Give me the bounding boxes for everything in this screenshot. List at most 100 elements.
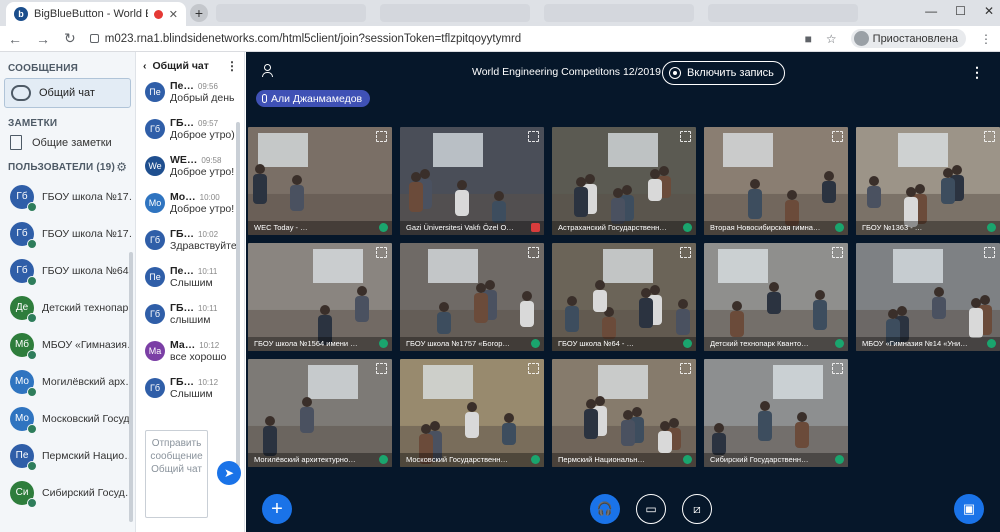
presentation-button[interactable]: ▣ [954, 494, 984, 524]
video-feed [248, 127, 392, 235]
browser-tab-bigbluebutton[interactable]: b BigBlueButton - World Engin ✕ [6, 2, 186, 26]
background-tab[interactable] [708, 4, 858, 22]
profile-button[interactable]: Приостановлена [850, 29, 966, 48]
video-tile[interactable]: ГБОУ школа №1564 имени … [248, 243, 392, 351]
user-list-item[interactable]: Гб ГБОУ школа №17… [0, 178, 135, 215]
video-tile[interactable]: Сибирский Государственн… [704, 359, 848, 467]
video-tile[interactable]: Пермский Национальн… [552, 359, 696, 467]
message-text: Слышим [170, 388, 213, 400]
fullscreen-icon[interactable] [680, 131, 691, 142]
message-body: ГБ… 09:57 Доброе утро) [170, 117, 240, 154]
meeting-main-area: World Engineering Competitons 12/2019 Вк… [246, 52, 1000, 532]
back-icon[interactable]: ← [8, 31, 22, 47]
start-recording-button[interactable]: Включить запись [662, 61, 785, 85]
video-tile[interactable]: ГБОУ №1363 - … [856, 127, 1000, 235]
send-message-button[interactable]: ➤ [217, 461, 241, 485]
fullscreen-icon[interactable] [528, 247, 539, 258]
user-list-item[interactable]: Де Детский технопар… [0, 289, 135, 326]
shared-notes-entry[interactable]: Общие заметки [0, 129, 135, 156]
minimize-icon[interactable]: — [925, 4, 937, 18]
options-menu-icon[interactable]: ⋮ [970, 64, 984, 81]
fullscreen-icon[interactable] [376, 131, 387, 142]
message-sender: Ма… [170, 339, 196, 351]
user-list-item[interactable]: Си Сибирский Госуд… [0, 474, 135, 511]
user-avatar: Гб [10, 221, 37, 249]
close-tab-icon[interactable]: ✕ [169, 8, 178, 21]
url-field[interactable]: m023.rna1.blindsidenetworks.com/html5cli… [89, 33, 791, 45]
user-list-item[interactable]: Мо Московский Госуд… [0, 400, 135, 437]
user-initials: Мо [14, 413, 29, 424]
background-tab[interactable] [380, 4, 530, 22]
video-feed [552, 127, 696, 235]
bigbluebutton-logo-icon: b [14, 7, 28, 21]
video-tile[interactable]: Gazi Üniversitesi Vakfı Özel O… [400, 127, 544, 235]
user-list-item[interactable]: Гб ГБОУ школа №17… [0, 215, 135, 252]
video-tile[interactable]: Вторая Новосибирская гимна… [704, 127, 848, 235]
user-list-item[interactable]: Гб ГБОУ школа №64 [0, 252, 135, 289]
user-initials: Мб [14, 339, 30, 350]
fullscreen-icon[interactable] [984, 247, 995, 258]
video-tile[interactable]: Астраханский Государственн… [552, 127, 696, 235]
user-list-item[interactable]: Мо Могилёвский арх… [0, 363, 135, 400]
headphones-audio-button[interactable]: 🎧 [590, 494, 620, 524]
video-tile[interactable]: WEC Today - … [248, 127, 392, 235]
fullscreen-icon[interactable] [376, 363, 387, 374]
microphone-icon [835, 339, 844, 348]
fullscreen-icon[interactable] [832, 247, 843, 258]
chat-scrollbar[interactable] [236, 122, 240, 467]
address-bar-actions: ■ ☆ Приостановлена ⋮ [805, 29, 992, 48]
user-list-item[interactable]: Пе Пермский Нацио… [0, 437, 135, 474]
video-tile[interactable]: Детский технопарк Кванто… [704, 243, 848, 351]
microphone-icon [683, 223, 692, 232]
user-list-scrollbar[interactable] [129, 252, 133, 522]
maximize-icon[interactable]: ☐ [955, 4, 966, 18]
video-tile[interactable]: Московский Государственн… [400, 359, 544, 467]
message-text: Слышим [170, 277, 213, 289]
hide-chat-chevron-icon[interactable]: ‹ [143, 60, 147, 72]
chat-message: Гб ГБ… 10:11 слышим [137, 302, 244, 339]
message-time: 10:00 [199, 193, 220, 202]
video-tile[interactable]: ГБОУ школа №1757 «Богор… [400, 243, 544, 351]
public-chat-entry[interactable]: Общий чат [4, 78, 131, 108]
background-tab[interactable] [544, 4, 694, 22]
fullscreen-icon[interactable] [528, 363, 539, 374]
video-tile[interactable]: ГБОУ школа №64 - … [552, 243, 696, 351]
message-header: Ма… 10:12 [170, 339, 240, 351]
video-tile-label: Вторая Новосибирская гимна… [704, 221, 848, 235]
chat-message: Ма Ма… 10:12 все хорошо [137, 339, 244, 376]
fullscreen-icon[interactable] [376, 247, 387, 258]
fullscreen-icon[interactable] [832, 363, 843, 374]
fullscreen-icon[interactable] [528, 131, 539, 142]
video-tile[interactable]: Могилёвский архитектурно… [248, 359, 392, 467]
fullscreen-icon[interactable] [680, 247, 691, 258]
camera-permission-icon[interactable]: ■ [805, 32, 812, 46]
gear-icon[interactable]: ⚙ [116, 160, 127, 174]
microphone-icon [683, 455, 692, 464]
new-tab-button[interactable]: + [190, 4, 208, 22]
close-window-icon[interactable]: ✕ [984, 4, 994, 18]
video-tile[interactable]: МБОУ «Гимназия №14 «Уни… [856, 243, 1000, 351]
video-feed [400, 359, 544, 467]
forward-icon[interactable]: → [36, 31, 50, 47]
chat-title[interactable]: Общий чат [153, 60, 209, 72]
bookmark-star-icon[interactable]: ☆ [826, 32, 837, 46]
video-tile-label: ГБОУ школа №1564 имени … [248, 337, 392, 351]
profile-avatar-icon [853, 31, 869, 46]
fullscreen-icon[interactable] [680, 363, 691, 374]
share-webcam-button[interactable]: ▭ [636, 494, 666, 524]
share-screen-button[interactable]: ⧄ [682, 494, 712, 524]
user-name: Сибирский Госуд… [42, 486, 132, 499]
user-name: Московский Госуд… [42, 412, 132, 425]
talking-indicator[interactable]: Али Джанмамедов [256, 90, 371, 107]
chat-options-icon[interactable]: ⋮ [226, 59, 238, 73]
fullscreen-icon[interactable] [832, 131, 843, 142]
browser-menu-icon[interactable]: ⋮ [980, 32, 992, 46]
actions-plus-button[interactable]: + [262, 494, 292, 524]
talking-name: Али Джанмамедов [271, 92, 363, 105]
reload-icon[interactable]: ↻ [64, 30, 76, 47]
user-list-toggle-icon[interactable] [260, 64, 274, 78]
user-list-item[interactable]: Мб МБОУ «Гимназия… [0, 326, 135, 363]
chat-message-input[interactable]: Отправить сообщение Общий чат [145, 430, 208, 518]
fullscreen-icon[interactable] [984, 131, 995, 142]
background-tab[interactable] [216, 4, 366, 22]
